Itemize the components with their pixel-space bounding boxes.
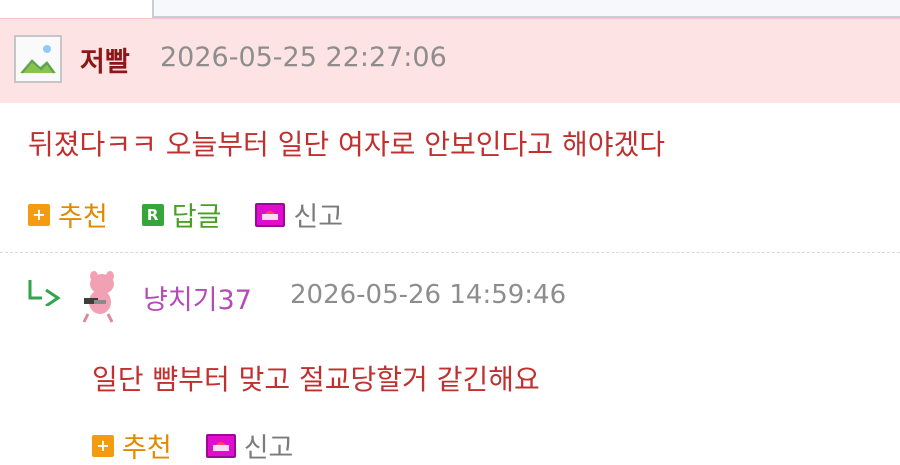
siren-icon <box>255 202 286 227</box>
comment-text: 뒤졌다ㅋㅋ 오늘부터 일단 여자로 안보인다고 해야겠다 <box>28 128 665 161</box>
reply-button[interactable]: R 답글 <box>141 195 222 234</box>
comment-date: 2026-05-25 22:27:06 <box>160 42 447 73</box>
reply-recommend-label: 추천 <box>122 433 172 464</box>
reply-label: 답글 <box>171 202 222 233</box>
report-label: 신고 <box>293 202 344 233</box>
recommend-button[interactable]: + 추천 <box>28 195 108 234</box>
plus-icon: + <box>28 203 50 226</box>
reply-date: 2026-05-26 14:59:46 <box>290 280 567 310</box>
plus-icon: + <box>92 434 114 457</box>
reply-report-label: 신고 <box>243 433 294 464</box>
reply-text: 일단 뺨부터 맞고 절교당할거 같긴해요 <box>92 363 540 396</box>
siren-icon <box>205 433 236 458</box>
recommend-label: 추천 <box>58 202 108 233</box>
report-button[interactable]: 신고 <box>255 195 343 234</box>
broken-image-icon <box>14 35 62 83</box>
reply-actions: + 추천 신고 <box>92 426 327 465</box>
reply-input-box[interactable] <box>152 0 900 18</box>
reply-author[interactable]: 냥치기37 <box>143 278 252 317</box>
reply-arrow-icon <box>24 278 64 308</box>
comment-actions: + 추천 R 답글 신고 <box>28 195 377 234</box>
comment-header <box>0 18 900 103</box>
reply-report-button[interactable]: 신고 <box>205 426 294 465</box>
comment-divider <box>0 252 900 253</box>
pig-avatar-icon <box>76 268 126 324</box>
r-icon: R <box>141 203 164 226</box>
reply-recommend-button[interactable]: + 추천 <box>92 426 172 465</box>
comment-author[interactable]: 저빨 <box>80 40 130 79</box>
